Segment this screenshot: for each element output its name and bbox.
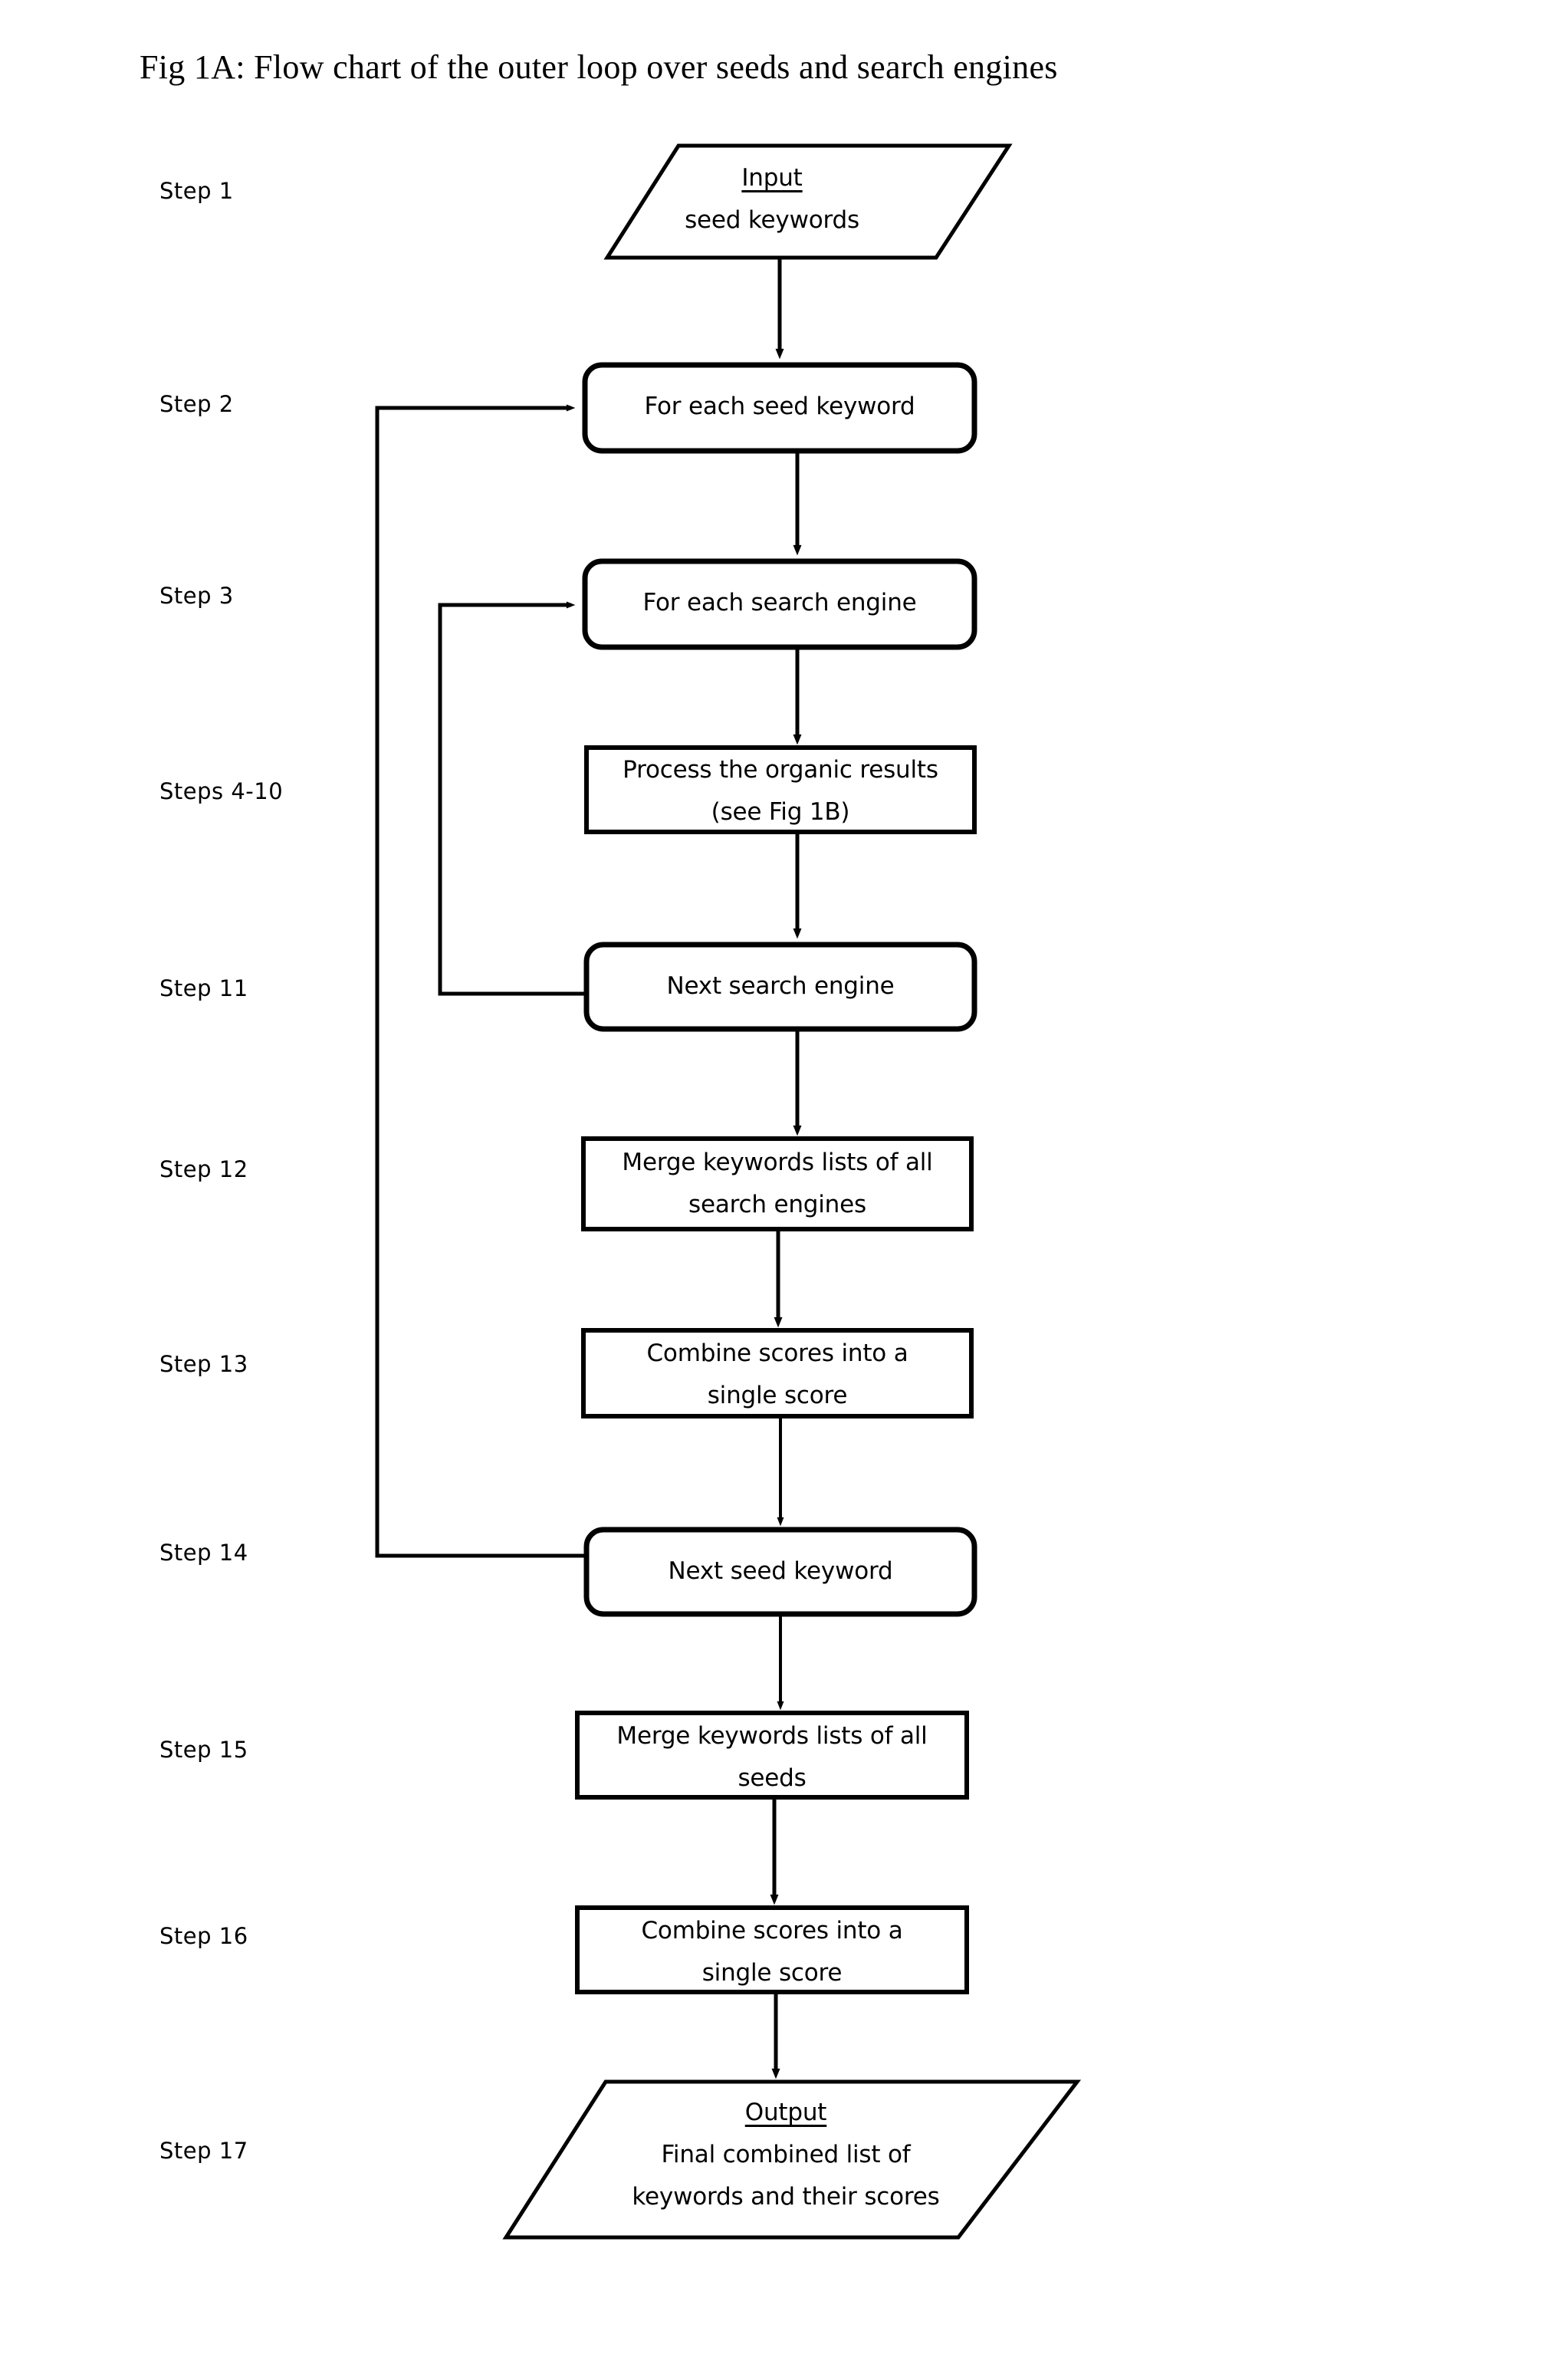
node-merge-engines-label: Merge keywords lists of all search engin… xyxy=(583,1142,971,1226)
node-for-each-seed-label: For each seed keyword xyxy=(644,393,915,420)
node-combine-seeds-line2: single score xyxy=(701,1959,843,1987)
node-input-heading: Input xyxy=(741,164,803,192)
node-process-organic-label: Process the organic results (see Fig 1B) xyxy=(586,749,974,833)
node-process-organic-line1: Process the organic results xyxy=(623,756,938,784)
node-combine-engines-line2: single score xyxy=(707,1382,848,1409)
node-output-heading: Output xyxy=(744,2099,827,2126)
node-next-engine-label: Next search engine xyxy=(666,972,895,1000)
node-merge-engines-line2: search engines xyxy=(688,1191,866,1218)
node-input-line1: seed keywords xyxy=(685,206,859,234)
node-input-label: Input seed keywords xyxy=(607,157,937,242)
node-combine-engines-label: Combine scores into a single score xyxy=(583,1333,971,1417)
node-combine-seeds-label: Combine scores into a single score xyxy=(577,1910,967,1994)
node-combine-engines-line1: Combine scores into a xyxy=(646,1340,908,1367)
node-merge-seeds-line1: Merge keywords lists of all xyxy=(616,1722,928,1750)
node-combine-seeds-line1: Combine scores into a xyxy=(641,1917,903,1944)
node-output-line1: Final combined list of xyxy=(661,2141,911,2168)
node-output-line2: keywords and their scores xyxy=(632,2183,940,2211)
node-for-each-engine-label: For each search engine xyxy=(642,589,917,616)
loop-outer-seed-keyword xyxy=(375,404,586,1558)
node-merge-seeds-label: Merge keywords lists of all seeds xyxy=(577,1715,967,1800)
node-merge-engines-line1: Merge keywords lists of all xyxy=(622,1149,933,1176)
node-merge-seeds-line2: seeds xyxy=(738,1764,807,1792)
loop-inner-search-engine xyxy=(438,601,586,996)
node-output-label: Output Final combined list of keywords a… xyxy=(571,2092,1000,2218)
node-process-organic-line2: (see Fig 1B) xyxy=(711,798,850,826)
node-next-seed-label: Next seed keyword xyxy=(668,1557,893,1585)
